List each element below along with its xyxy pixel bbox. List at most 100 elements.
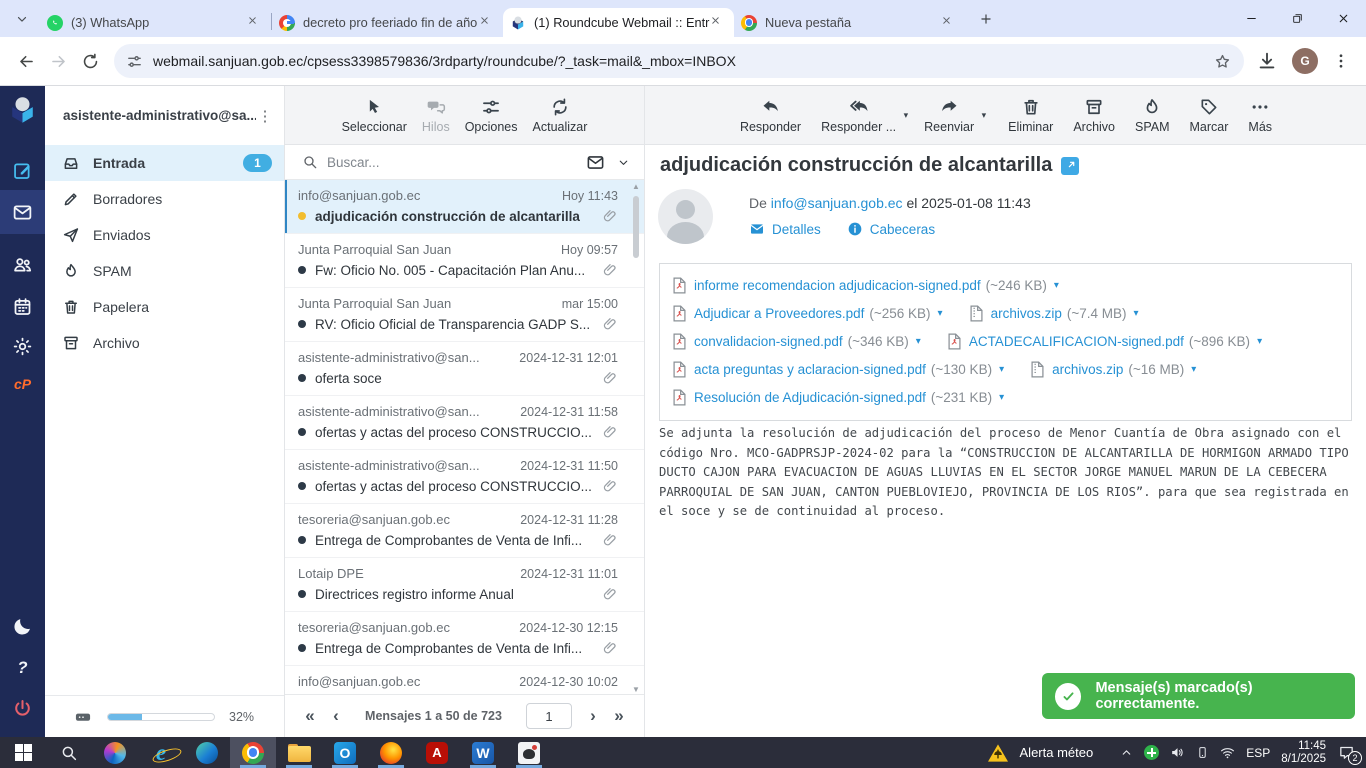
attachment-item[interactable]: archivos.zip (~7.4 MB) ▾ [969,305,1139,322]
rail-mail-button[interactable] [0,190,45,234]
attachment-item[interactable]: Adjudicar a Proveedores.pdf (~256 KB) ▾ [672,305,943,322]
unread-dot[interactable] [298,212,306,220]
headers-link[interactable]: Cabeceras [870,222,935,237]
first-page-button[interactable]: « [297,706,323,726]
browser-menu-icon[interactable] [1332,52,1350,70]
rail-logout-button[interactable] [0,688,45,728]
taskbar-explorer-button[interactable] [276,737,322,768]
tab-roundcube-active[interactable]: (1) Roundcube Webmail :: Entra [503,8,734,37]
taskbar-ie-button[interactable]: e [138,737,184,768]
taskbar-outlook-button[interactable]: O [322,737,368,768]
notification-center-button[interactable]: 2 [1337,744,1356,761]
scroll-up-icon[interactable]: ▲ [630,182,642,191]
unread-dot[interactable] [298,590,306,598]
forward-button-mail[interactable]: Reenviar ▾ [920,97,978,134]
roundcube-logo[interactable] [8,94,37,126]
tab-close-button[interactable] [247,14,264,31]
message-list-item[interactable]: info@sanjuan.gob.ec Hoy 11:43 adjudicaci… [285,180,644,234]
folder-item-sent[interactable]: Enviados [45,217,284,253]
taskbar-edge-button[interactable] [184,737,230,768]
folder-item-inbox[interactable]: Entrada 1 [45,145,284,181]
refresh-button[interactable]: Actualizar [529,97,592,134]
message-list-item[interactable]: info@sanjuan.gob.ec 2024-12-30 10:02 [285,666,644,694]
open-in-new-window-button[interactable] [1061,157,1079,175]
scroll-down-icon[interactable]: ▼ [630,685,642,694]
taskbar-chrome-button[interactable] [230,737,276,768]
message-list-item[interactable]: asistente-administrativo@san... 2024-12-… [285,396,644,450]
threads-button[interactable]: Hilos [418,97,454,134]
rail-cpanel-button[interactable]: cP [0,364,45,404]
rail-calendar-button[interactable] [0,286,45,326]
attachment-name[interactable]: informe recomendacion adjudicacion-signe… [694,278,981,293]
tab-close-button[interactable] [710,14,727,31]
unread-dot[interactable] [298,644,306,652]
attachment-menu-caret[interactable]: ▾ [999,364,1004,375]
message-list-item[interactable]: Junta Parroquial San Juan Hoy 09:57 Fw: … [285,234,644,288]
rail-contacts-button[interactable] [0,244,45,284]
attachment-menu-caret[interactable]: ▾ [1054,280,1059,291]
delete-button[interactable]: Eliminar [1004,97,1057,134]
next-page-button[interactable]: › [580,706,606,726]
unread-dot[interactable] [298,482,306,490]
downloads-icon[interactable] [1256,50,1278,72]
sender-email-link[interactable]: info@sanjuan.gob.ec [771,195,903,211]
wifi-icon[interactable] [1220,745,1235,760]
dropdown-caret-icon[interactable]: ▾ [982,110,987,121]
account-menu-icon[interactable]: ⋮ [256,107,274,125]
attachment-menu-caret[interactable]: ▾ [1257,336,1262,347]
tab-google-search[interactable]: decreto pro feeriado fin de año [272,8,503,37]
rail-darkmode-button[interactable] [0,606,45,646]
attachment-menu-caret[interactable]: ▾ [938,308,943,319]
chevron-down-icon[interactable] [617,156,630,169]
message-list-item[interactable]: Junta Parroquial San Juan mar 15:00 RV: … [285,288,644,342]
folder-item-trash[interactable]: Papelera [45,289,284,325]
folder-item-drafts[interactable]: Borradores [45,181,284,217]
dropdown-caret-icon[interactable]: ▾ [904,110,909,121]
url-text[interactable]: webmail.sanjuan.gob.ec/cpsess3398579836/… [153,53,1213,69]
rail-help-button[interactable]: ? [0,647,45,687]
attachment-name[interactable]: Resolución de Adjudicación-signed.pdf [694,390,926,405]
unread-dot[interactable] [298,320,306,328]
details-link[interactable]: Detalles [772,222,821,237]
prev-page-button[interactable]: ‹ [323,706,349,726]
toast-notification[interactable]: Mensaje(s) marcado(s) correctamente. [1042,673,1355,719]
attachment-menu-caret[interactable]: ▾ [999,392,1004,403]
attachment-item[interactable]: convalidacion-signed.pdf (~346 KB) ▾ [672,333,921,350]
search-input[interactable] [327,155,586,170]
last-page-button[interactable]: » [606,706,632,726]
tab-new-tab[interactable]: Nueva pestaña [734,8,965,37]
attachment-menu-caret[interactable]: ▾ [1191,364,1196,375]
volume-icon[interactable] [1170,745,1185,760]
taskbar-firefox-button[interactable] [368,737,414,768]
back-button[interactable] [10,45,42,77]
address-bar[interactable]: webmail.sanjuan.gob.ec/cpsess3398579836/… [114,44,1244,78]
taskbar-search-button[interactable] [46,737,92,768]
taskbar-java-app-button[interactable] [506,737,552,768]
archive-button[interactable]: Archivo [1069,97,1119,134]
reply-all-button[interactable]: Responder ... ▾ [817,97,900,134]
attachment-name[interactable]: convalidacion-signed.pdf [694,334,843,349]
rail-settings-button[interactable] [0,326,45,366]
new-tab-button[interactable] [973,6,999,32]
message-list-item[interactable]: asistente-administrativo@san... 2024-12-… [285,450,644,504]
unread-dot[interactable] [298,428,306,436]
device-icon[interactable] [1196,746,1209,759]
attachment-item[interactable]: ACTADECALIFICACION-signed.pdf (~896 KB) … [947,333,1262,350]
tab-close-button[interactable] [941,14,958,31]
taskbar-word-button[interactable]: W [460,737,506,768]
list-scrollbar[interactable]: ▲ ▼ [630,182,642,694]
message-list-item[interactable]: tesoreria@sanjuan.gob.ec 2024-12-30 12:1… [285,612,644,666]
more-button[interactable]: Más [1244,97,1276,134]
unread-dot[interactable] [298,266,306,274]
window-minimize-button[interactable] [1228,0,1274,37]
reload-button[interactable] [74,45,106,77]
folder-item-archive[interactable]: Archivo [45,325,284,361]
attachment-item[interactable]: Resolución de Adjudicación-signed.pdf (~… [672,389,1004,406]
unread-dot[interactable] [298,536,306,544]
tray-expand-icon[interactable] [1120,746,1133,759]
attachment-name[interactable]: archivos.zip [1052,362,1123,377]
tab-search-button[interactable] [8,5,36,33]
message-list-item[interactable]: Lotaip DPE 2024-12-31 11:01 Directrices … [285,558,644,612]
select-button[interactable]: Seleccionar [338,97,411,134]
attachment-name[interactable]: acta preguntas y aclaracion-signed.pdf [694,362,926,377]
